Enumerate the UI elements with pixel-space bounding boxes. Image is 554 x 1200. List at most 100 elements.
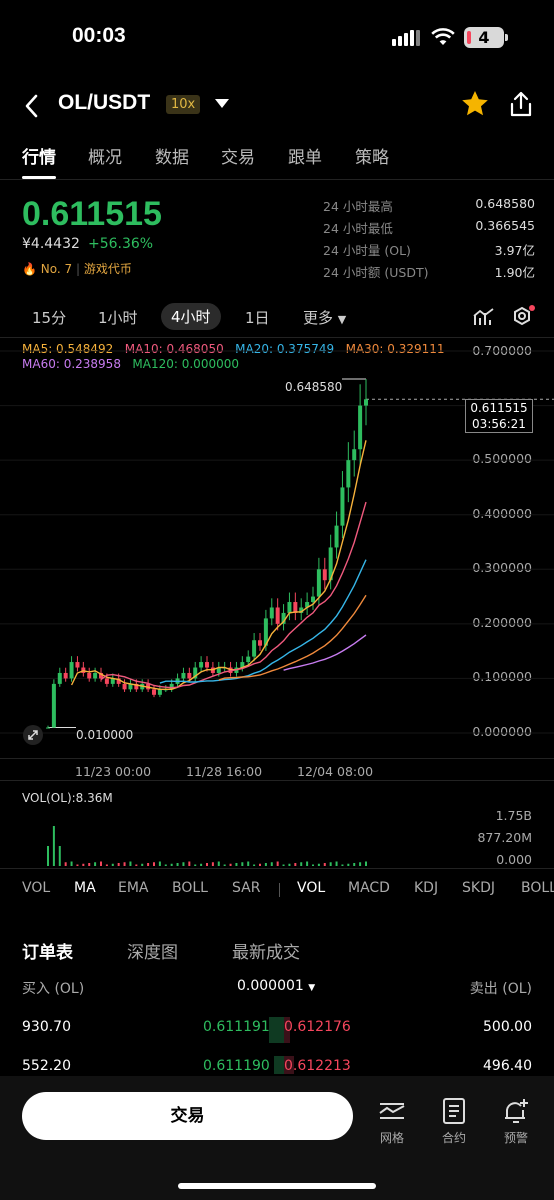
back-arrow-icon[interactable] xyxy=(22,91,42,121)
contract-label: 合约 xyxy=(441,1131,466,1145)
interval-1d[interactable]: 1日 xyxy=(245,307,270,328)
ind-ema[interactable]: EMA xyxy=(118,880,149,896)
volume-bar xyxy=(276,861,279,866)
pair-dropdown-icon[interactable] xyxy=(215,99,229,108)
candle-countdown: 03:56:21 xyxy=(472,417,526,431)
volume-bar xyxy=(58,846,61,866)
volume-bar xyxy=(52,826,55,866)
ind-boll-main[interactable]: BOLL xyxy=(172,880,208,896)
interval-4h[interactable]: 4小时 xyxy=(161,303,221,330)
alert-button[interactable]: 预警 xyxy=(496,1096,536,1145)
volume-bar xyxy=(247,861,250,866)
tab-data[interactable]: 数据 xyxy=(155,143,189,168)
rank-number: No. 7 xyxy=(40,262,73,276)
tab-copy-trading[interactable]: 跟单 xyxy=(288,143,322,168)
candle-body xyxy=(157,689,162,695)
category-label: 游戏代币 xyxy=(83,262,132,276)
contract-button[interactable]: 合约 xyxy=(434,1096,474,1145)
candle-body xyxy=(311,596,315,603)
ind-kdj[interactable]: KDJ xyxy=(414,880,438,896)
tab-orderbook[interactable]: 订单表 xyxy=(22,938,73,963)
volume-bar xyxy=(253,864,256,866)
volume-bar xyxy=(335,861,338,866)
candle-body xyxy=(334,525,339,548)
candle-body xyxy=(187,672,192,679)
ask-qty: 496.40 xyxy=(483,1058,532,1074)
volume-bars xyxy=(47,826,367,866)
ind-sar[interactable]: SAR xyxy=(232,880,260,896)
volume-bar xyxy=(111,863,114,866)
ind-ma[interactable]: MA xyxy=(74,880,96,896)
last-price: 0.611515 xyxy=(22,195,162,233)
ind-vol-main[interactable]: VOL xyxy=(22,880,50,896)
volume-bar xyxy=(235,863,238,866)
interval-1h[interactable]: 1小时 xyxy=(98,307,138,328)
volume-bar xyxy=(223,864,226,866)
tab-overview[interactable]: 概况 xyxy=(88,143,122,168)
volume-bar xyxy=(64,862,67,866)
tab-strategy[interactable]: 策略 xyxy=(355,143,389,168)
favorite-star-icon[interactable] xyxy=(460,89,490,119)
trade-button[interactable]: 交易 xyxy=(22,1092,353,1140)
volume-bar xyxy=(312,864,314,866)
bid-depth-bar xyxy=(269,1017,284,1043)
home-indicator xyxy=(178,1183,376,1189)
interval-more[interactable]: 更多 ▼ xyxy=(303,307,346,328)
stat-volume: 24 小时量 (OL) 3.97亿 xyxy=(323,243,535,258)
indicator-chart-icon[interactable] xyxy=(473,307,495,327)
volume-bar xyxy=(259,863,261,866)
tab-trade[interactable]: 交易 xyxy=(221,143,255,168)
candle-body xyxy=(364,399,368,406)
ask-price: 0.612213 xyxy=(284,1058,351,1074)
volume-bar xyxy=(182,862,185,866)
x-tick: 12/04 08:00 xyxy=(297,764,374,779)
bid-depth-bar xyxy=(274,1056,284,1074)
volume-bar xyxy=(153,862,155,866)
pair-title[interactable]: OL/USDT xyxy=(58,91,150,115)
interval-15m[interactable]: 15分 xyxy=(32,307,66,328)
volume-bar xyxy=(176,863,179,866)
ind-boll-sub[interactable]: BOLL xyxy=(521,880,554,896)
candle-body xyxy=(51,683,56,728)
volume-bar xyxy=(365,861,367,866)
candle-body xyxy=(346,460,351,488)
candle-body xyxy=(205,662,209,668)
tab-latest-trades[interactable]: 最新成交 xyxy=(232,938,300,963)
volume-bar xyxy=(229,863,232,866)
precision-select[interactable]: 0.000001 ▼ xyxy=(237,978,315,994)
interval-selector: 15分 1小时 4小时 1日 更多 ▼ xyxy=(0,303,554,331)
grid-button[interactable]: 网格 xyxy=(372,1096,412,1145)
candle-body xyxy=(340,487,345,526)
orderbook-row[interactable]: 930.70 0.611191 0.612176 500.00 xyxy=(22,1017,532,1043)
settings-gear-icon[interactable] xyxy=(511,305,537,329)
ind-skdj[interactable]: SKDJ xyxy=(462,880,495,896)
volume-bar xyxy=(117,863,120,866)
volume-bar xyxy=(241,862,244,866)
battery-icon: 4 xyxy=(464,27,508,48)
rank-badge[interactable]: 🔥 No. 7 | 游戏代币 xyxy=(22,260,132,277)
candle-body xyxy=(87,672,92,679)
volume-bar xyxy=(94,862,97,866)
status-bar: 00:03 4 xyxy=(0,0,554,70)
candle-body xyxy=(287,602,292,613)
volume-bar xyxy=(147,863,150,866)
price-change: +56.36% xyxy=(88,236,154,252)
tab-market[interactable]: 行情 xyxy=(22,143,56,179)
ind-vol-sub[interactable]: VOL xyxy=(297,880,325,896)
candle-body xyxy=(252,640,257,657)
candle-body xyxy=(57,672,62,684)
volume-bar xyxy=(317,863,320,866)
expand-chart-icon[interactable] xyxy=(22,724,44,746)
bell-plus-icon xyxy=(505,1099,528,1123)
candle-body xyxy=(104,678,109,684)
volume-bar xyxy=(141,863,144,866)
contract-doc-icon xyxy=(443,1098,465,1124)
ind-macd[interactable]: MACD xyxy=(348,880,390,896)
tab-depth[interactable]: 深度图 xyxy=(127,938,178,963)
volume-bar xyxy=(129,861,132,866)
share-icon[interactable] xyxy=(508,90,534,118)
volume-bar xyxy=(282,864,285,866)
ma5-line xyxy=(70,440,367,690)
bid-price: 0.611191 xyxy=(203,1019,270,1035)
x-tick: 11/28 16:00 xyxy=(186,764,263,779)
